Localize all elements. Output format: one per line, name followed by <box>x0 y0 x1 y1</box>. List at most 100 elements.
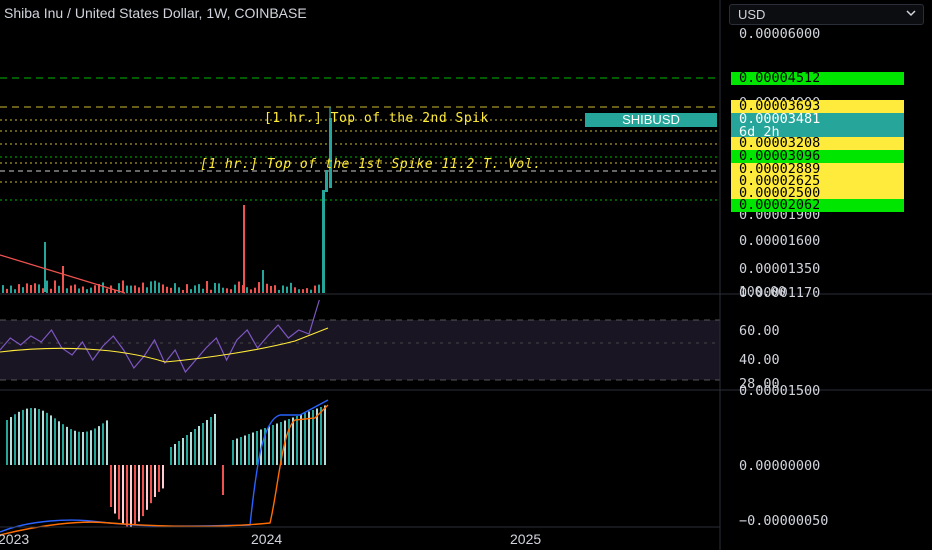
volume-bar-up <box>262 270 264 292</box>
volume-bar-up <box>78 288 80 293</box>
volume-bar-down <box>274 285 276 293</box>
volume-bar-up <box>58 285 60 293</box>
rsi-tick: 40.00 <box>739 352 780 368</box>
volume-bar-down <box>62 266 64 292</box>
volume-bar-down <box>302 289 304 293</box>
macd-histogram-bar <box>244 435 246 465</box>
price-candle <box>325 170 328 192</box>
macd-histogram-bar <box>142 465 144 517</box>
volume-bar-up <box>46 280 48 293</box>
volume-bar-down <box>182 289 184 293</box>
volume-bar-up <box>218 283 220 293</box>
price-candle <box>329 118 332 188</box>
volume-bar-up <box>194 285 196 293</box>
macd-histogram-bar <box>54 418 56 465</box>
macd-histogram-bar <box>190 432 192 465</box>
macd-histogram-bar <box>158 465 160 492</box>
volume-bar-down <box>54 280 56 293</box>
macd-histogram-bar <box>248 434 250 465</box>
volume-bar-up <box>22 287 24 293</box>
macd-histogram-bar <box>98 426 100 465</box>
currency-selector[interactable]: USD <box>729 4 924 25</box>
macd-histogram-bar <box>296 416 298 465</box>
time-label: 2025 <box>510 531 542 547</box>
volume-bar-up <box>282 285 284 293</box>
macd-histogram-bar <box>26 408 28 465</box>
macd-histogram-bar <box>236 438 238 465</box>
volume-bar-up <box>234 284 236 293</box>
volume-bar-up <box>146 287 148 293</box>
volume-bar-up <box>44 242 46 292</box>
macd-histogram-bar <box>30 408 32 465</box>
volume-bar-down <box>106 288 108 293</box>
volume-bar-up <box>310 289 312 293</box>
macd-histogram-bar <box>66 426 68 465</box>
macd-histogram-bar <box>272 425 274 465</box>
volume-bar-down <box>6 288 8 293</box>
macd-histogram-bar <box>86 431 88 465</box>
macd-histogram-bar <box>276 423 278 465</box>
macd-histogram-bar <box>186 435 188 465</box>
volume-bar-down <box>210 289 212 293</box>
macd-histogram-bar <box>106 420 108 465</box>
macd-histogram-bar <box>324 405 326 465</box>
volume-bar-up <box>322 190 325 293</box>
volume-bar-up <box>190 289 192 293</box>
volume-bar-up <box>246 287 248 293</box>
price-tick: 0.00006000 <box>739 26 821 42</box>
macd-histogram-bar <box>256 431 258 465</box>
volume-bar-up <box>154 280 156 293</box>
volume-bar-up <box>222 287 224 293</box>
spike2-annotation[interactable]: [1 hr.] Top of the 2nd Spik <box>264 111 489 126</box>
macd-histogram-bar <box>174 444 176 465</box>
time-label: 2024 <box>251 531 283 547</box>
volume-bar-down <box>186 284 188 293</box>
volume-bar-down <box>270 285 272 293</box>
macd-histogram-bar <box>198 426 200 465</box>
volume-bar-up <box>126 285 128 293</box>
volume-bar-up <box>298 289 300 293</box>
macd-histogram-bar <box>82 431 84 465</box>
volume-bar-up <box>174 283 176 293</box>
volume-bar-down <box>142 282 144 293</box>
macd-histogram-bar <box>10 417 12 465</box>
macd-histogram-bar <box>146 465 148 510</box>
macd-histogram-bar <box>194 429 196 465</box>
volume-bar-down <box>170 287 172 293</box>
price-tick: 0.00001350 <box>739 261 821 277</box>
macd-histogram-bar <box>150 465 152 504</box>
volume-bar-up <box>150 281 152 293</box>
volume-bar-down <box>306 288 308 293</box>
volume-bar-down <box>250 289 252 293</box>
volume-bar-down <box>122 280 124 293</box>
macd-histogram-bar <box>268 426 270 465</box>
macd-histogram-bar <box>58 421 60 465</box>
volume-bar-down <box>134 285 136 293</box>
macd-histogram-bar <box>292 417 294 465</box>
volume-bar-down <box>74 284 76 293</box>
volume-bar-down <box>258 282 260 293</box>
macd-histogram-bar <box>102 423 104 465</box>
macd-histogram-bar <box>252 432 254 465</box>
macd-pane <box>0 399 329 536</box>
macd-histogram-bar <box>50 415 52 465</box>
spike1-annotation[interactable]: [1 hr.] Top of the 1st Spike 11.2 T. Vol… <box>200 157 541 172</box>
macd-histogram-bar <box>78 431 80 465</box>
macd-histogram-bar <box>62 424 64 465</box>
macd-histogram-bar <box>202 423 204 465</box>
symbol-badge[interactable]: SHIBUSD <box>585 113 717 127</box>
volume-bar-down <box>314 285 316 293</box>
macd-histogram-bar <box>182 438 184 465</box>
volume-bar-up <box>178 287 180 293</box>
volume-bar-up <box>130 285 132 293</box>
volume-bar-up <box>86 289 88 293</box>
macd-histogram-bar <box>320 407 322 465</box>
volume-bar-up <box>158 282 160 293</box>
macd-histogram-bar <box>122 465 124 524</box>
level-tag: 0.00004512 <box>731 71 904 85</box>
volume-bar-down <box>94 285 96 293</box>
volume-bar-down <box>82 286 84 293</box>
macd-histogram-bar <box>178 441 180 465</box>
volume-bar-down <box>254 287 256 293</box>
volume-bar-up <box>198 284 200 293</box>
